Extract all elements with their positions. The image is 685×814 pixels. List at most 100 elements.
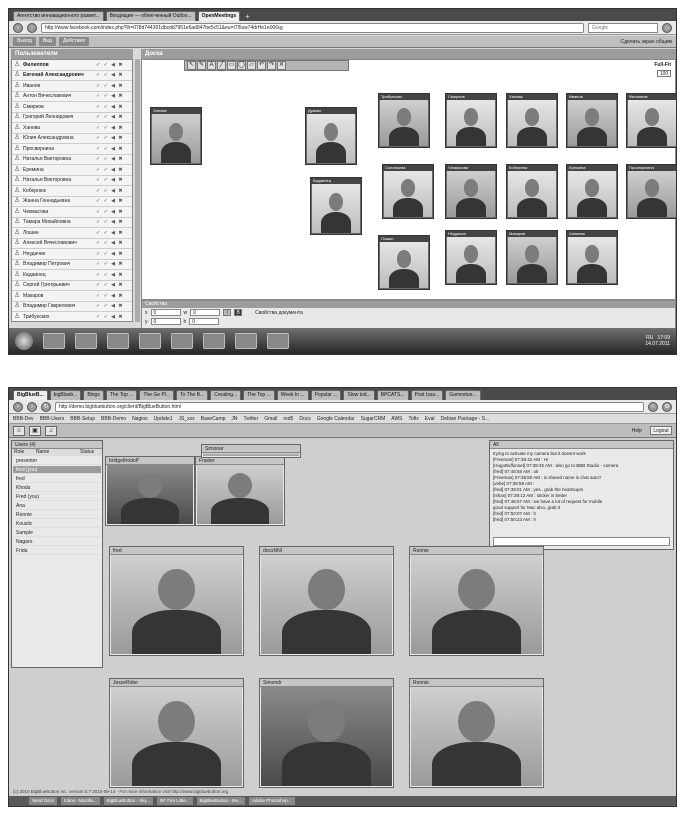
browser-tab[interactable]: Post Issu... xyxy=(410,390,444,400)
user-controls-icon[interactable]: ✓ ✓ ◀ ✖ xyxy=(96,240,132,246)
user-row[interactable]: ♙ Ханова ✓ ✓ ◀ ✖ xyxy=(12,123,132,134)
user-row[interactable]: ♙ Владимир Гаврилович ✓ ✓ ◀ ✖ xyxy=(12,302,132,312)
eraser-icon[interactable]: ▱ xyxy=(247,61,256,70)
help-link[interactable]: Help xyxy=(632,426,642,436)
user-row[interactable]: ♙ Тамара Михайловна ✓ ✓ ◀ ✖ xyxy=(12,218,132,228)
browser-tab[interactable]: Week In ... xyxy=(276,390,309,400)
user-controls-icon[interactable]: ✓ ✓ ◀ ✖ xyxy=(96,114,132,120)
user-controls-icon[interactable]: ✓ ✓ ◀ ✖ xyxy=(96,177,132,183)
start-button-icon[interactable] xyxy=(15,332,33,350)
h-input[interactable]: 0 xyxy=(189,318,220,325)
user-row[interactable]: ♙ Просвирнина ✓ ✓ ◀ ✖ xyxy=(12,144,132,155)
bookmark-link[interactable]: BaseCamp xyxy=(201,414,226,423)
webcam-window[interactable]: Хапаева xyxy=(566,230,618,285)
webcam-window[interactable]: Неудачин xyxy=(445,230,497,285)
user-row[interactable]: ♙ Владимир Петрович ✓ ✓ ◀ ✖ xyxy=(12,260,132,270)
browser-tab[interactable]: Blogs xyxy=(83,390,104,400)
undo-icon[interactable]: ↶ xyxy=(257,61,266,70)
bookmark-link[interactable]: red5 xyxy=(283,414,293,423)
video-window[interactable]: Ronnie xyxy=(409,546,544,656)
video-window[interactable]: Frasier xyxy=(195,456,285,526)
browser-tab[interactable]: Агентство инновационного развит... xyxy=(13,11,104,21)
url-input[interactable]: http://www.facebook.com/index.php?lh=078… xyxy=(41,22,584,33)
user-controls-icon[interactable]: ✓ ✓ ◀ ✖ xyxy=(96,93,132,99)
webcam-window[interactable]: Соловьева xyxy=(382,164,434,219)
user-controls-icon[interactable]: ✓ ✓ ◀ ✖ xyxy=(96,62,132,68)
italic-button[interactable]: I xyxy=(223,309,232,316)
bookmark-link[interactable]: BBB-Setup xyxy=(70,414,95,423)
user-controls-icon[interactable]: ✓ ✓ ◀ ✖ xyxy=(96,282,132,288)
user-controls-icon[interactable]: ✓ ✓ ◀ ✖ xyxy=(96,125,132,131)
user-row[interactable]: ♙ Смирнов ✓ ✓ ◀ ✖ xyxy=(12,102,132,113)
back-icon[interactable]: ‹ xyxy=(13,401,23,412)
pen-icon[interactable]: ✎ xyxy=(197,61,206,70)
exit-button[interactable]: Выход xyxy=(13,37,36,46)
new-tab-icon[interactable]: + xyxy=(242,13,253,21)
col-name[interactable]: Name xyxy=(34,449,78,456)
user-controls-icon[interactable]: ✓ ✓ ◀ ✖ xyxy=(96,314,132,320)
x-input[interactable]: 0 xyxy=(150,309,181,316)
bookmark-link[interactable]: Debian Package - S... xyxy=(441,414,490,423)
user-row[interactable]: presenter xyxy=(13,457,101,465)
user-controls-icon[interactable]: ✓ ✓ ◀ ✖ xyxy=(96,293,132,299)
webcam-window[interactable]: Филиппов xyxy=(626,93,676,148)
redo-icon[interactable]: ↷ xyxy=(267,61,276,70)
user-row[interactable]: ♙ Юлия Александровна ✓ ✓ ◀ ✖ xyxy=(12,134,132,144)
webcam-window[interactable]: Смирнов xyxy=(445,93,497,148)
url-input[interactable]: http://demo.bigbluebutton.org/client/Big… xyxy=(55,401,644,412)
chat-input[interactable] xyxy=(493,537,670,546)
taskbar-app-icon[interactable] xyxy=(139,333,161,349)
taskbar-item[interactable]: Inbox - Mozilla... xyxy=(61,797,100,805)
webcam-window[interactable]: Еремина xyxy=(566,164,618,219)
video-window[interactable]: Simonar xyxy=(201,444,301,458)
taskbar-app-icon[interactable] xyxy=(235,333,257,349)
webcam-window[interactable]: Иванов xyxy=(566,93,618,148)
user-row[interactable]: ♙ Наталья Викторовна ✓ ✓ ◀ ✖ xyxy=(12,155,132,165)
clear-icon[interactable]: ✕ xyxy=(277,61,286,70)
line-icon[interactable]: ╱ xyxy=(217,61,226,70)
home-icon[interactable]: ⌂ xyxy=(662,22,672,33)
browser-tab[interactable]: Creating... xyxy=(210,390,242,400)
video-window[interactable]: fred xyxy=(109,546,244,656)
user-row[interactable]: Frida xyxy=(13,547,101,555)
headset-icon[interactable]: ♫ xyxy=(45,426,57,436)
view-menu[interactable]: Вид xyxy=(38,37,57,46)
webcam-window[interactable]: Лошин xyxy=(378,235,430,290)
bookmark-link[interactable]: Tofix xyxy=(409,414,419,423)
user-row[interactable]: Fred (you) xyxy=(13,493,101,501)
browser-tab[interactable]: The Top ... xyxy=(105,390,138,400)
webcam-window[interactable]: Макаров xyxy=(506,230,558,285)
user-controls-icon[interactable]: ✓ ✓ ◀ ✖ xyxy=(96,146,132,152)
taskbar-app-icon[interactable] xyxy=(75,333,97,349)
user-controls-icon[interactable]: ✓ ✓ ◀ ✖ xyxy=(96,72,132,78)
taskbar-item[interactable]: BigBlueButton - Mo... xyxy=(196,797,246,805)
taskbar-app-icon[interactable] xyxy=(107,333,129,349)
user-row[interactable]: Ronnie xyxy=(13,511,101,519)
user-row[interactable]: ♙ Чекмасова ✓ ✓ ◀ ✖ xyxy=(12,207,132,218)
user-controls-icon[interactable]: ✓ ✓ ◀ ✖ xyxy=(96,251,132,257)
search-input[interactable]: Google xyxy=(588,22,658,33)
user-row[interactable]: ♙ Кадаинец ✓ ✓ ◀ ✖ xyxy=(12,270,132,281)
user-controls-icon[interactable]: ✓ ✓ ◀ ✖ xyxy=(96,261,132,267)
forward-icon[interactable]: › xyxy=(27,22,37,33)
users-toggle-icon[interactable]: ☺ xyxy=(13,426,25,436)
taskbar-app-icon[interactable] xyxy=(171,333,193,349)
browser-tab[interactable]: The Ge Pl... xyxy=(139,390,175,400)
col-role[interactable]: Role xyxy=(12,449,34,456)
bookmark-link[interactable]: Eval xyxy=(425,414,435,423)
user-controls-icon[interactable]: ✓ ✓ ◀ ✖ xyxy=(96,135,132,141)
webcam-window[interactable]: Дракин xyxy=(305,107,357,165)
browser-tab[interactable]: BPCATS... xyxy=(376,390,409,400)
w-input[interactable]: 0 xyxy=(190,309,221,316)
webcam-icon[interactable]: ▣ xyxy=(29,426,41,436)
user-row[interactable]: Ana xyxy=(13,502,101,510)
bookmark-link[interactable]: Google Calendar xyxy=(317,414,355,423)
webcam-window[interactable]: Просвирнина xyxy=(626,164,676,219)
user-controls-icon[interactable]: ✓ ✓ ◀ ✖ xyxy=(96,104,132,110)
bookmark-link[interactable]: SugarCRM xyxy=(361,414,386,423)
video-window[interactable]: bridgetfrodoP xyxy=(105,456,195,526)
webcam-window[interactable]: Трибунских xyxy=(378,93,430,148)
star-icon[interactable]: ☆ xyxy=(648,401,658,412)
video-window[interactable]: Simondr xyxy=(259,678,394,788)
user-controls-icon[interactable]: ✓ ✓ ◀ ✖ xyxy=(96,156,132,162)
